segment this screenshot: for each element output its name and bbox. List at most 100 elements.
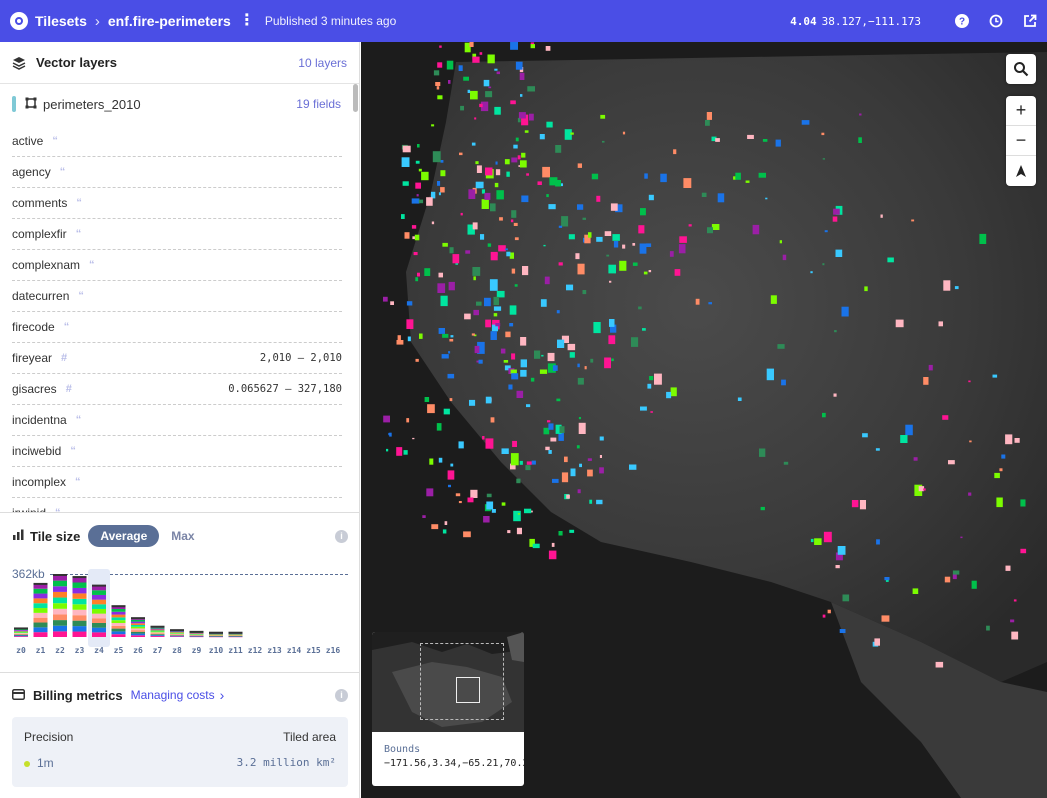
search-control[interactable] — [1006, 54, 1036, 84]
bar-segment — [14, 634, 28, 636]
field-row[interactable]: complexfir “ — [12, 219, 342, 250]
fire-perimeter-feature — [483, 79, 490, 87]
bar-z1[interactable] — [33, 582, 48, 637]
field-row[interactable]: agency “ — [12, 157, 342, 188]
fire-perimeter-feature — [543, 244, 546, 247]
fire-perimeter-feature — [632, 243, 636, 246]
bar-segment — [150, 629, 165, 631]
bar-segment — [111, 608, 126, 612]
fire-perimeter-feature — [994, 472, 1000, 479]
mapbox-logo-icon[interactable] — [10, 12, 28, 30]
fire-perimeter-feature — [596, 195, 601, 202]
bar-cap — [53, 574, 67, 576]
history-icon[interactable] — [989, 14, 1003, 28]
field-row[interactable]: comments “ — [12, 188, 342, 219]
zoom-out-button[interactable]: − — [1006, 126, 1036, 156]
breadcrumb-tilesets[interactable]: Tilesets — [35, 13, 87, 29]
fire-perimeter-feature — [570, 468, 576, 477]
fire-perimeter-feature — [550, 437, 557, 442]
bar-z9[interactable] — [189, 630, 204, 638]
bar-z11[interactable] — [228, 631, 243, 638]
average-toggle[interactable]: Average — [88, 525, 160, 547]
bar-z6[interactable] — [131, 617, 145, 637]
managing-costs-link[interactable]: Managing costs — [131, 688, 215, 702]
minimap-viewport-box[interactable] — [456, 677, 480, 703]
bar-z5[interactable] — [111, 605, 126, 637]
external-link-icon[interactable] — [1023, 14, 1037, 28]
zoom-in-button[interactable]: + — [1006, 96, 1036, 126]
bar-segment — [72, 620, 87, 627]
fire-perimeter-feature — [438, 192, 441, 196]
bar-z0[interactable] — [14, 627, 28, 637]
bar-segment — [150, 628, 165, 630]
fire-perimeter-feature — [752, 224, 760, 235]
bar-z8[interactable] — [170, 629, 184, 637]
fire-perimeter-feature — [948, 460, 955, 465]
fire-perimeter-feature — [578, 422, 586, 434]
fire-perimeter-feature — [424, 268, 431, 276]
bar-z3[interactable] — [72, 576, 87, 637]
field-row[interactable]: inciwebid “ — [12, 436, 342, 467]
fire-perimeter-feature — [960, 536, 963, 539]
fire-perimeter-feature — [516, 527, 522, 535]
bar-segment — [111, 611, 126, 615]
fields-list[interactable]: active “ agency “ comments “ complexfir “ co… — [0, 126, 352, 512]
fire-perimeter-feature — [520, 160, 527, 168]
fire-perimeter-feature — [610, 203, 618, 211]
fire-perimeter-feature — [442, 529, 447, 534]
fire-perimeter-feature — [705, 120, 710, 126]
bar-segment — [131, 635, 145, 637]
fire-perimeter-feature — [678, 244, 686, 254]
bar-z10[interactable] — [209, 631, 223, 638]
bar-segment — [72, 593, 87, 599]
info-icon[interactable]: i — [335, 529, 348, 543]
fire-perimeter-feature — [619, 260, 627, 271]
fire-perimeter-feature — [887, 257, 894, 263]
layer-item[interactable]: perimeters_2010 19 fields — [0, 84, 359, 124]
fire-perimeter-feature — [851, 500, 859, 508]
fire-perimeter-feature — [446, 60, 454, 70]
search-icon[interactable] — [1006, 54, 1036, 84]
help-icon[interactable]: ? — [955, 14, 969, 28]
fire-perimeter-feature — [782, 254, 787, 261]
fire-perimeter-feature — [632, 262, 638, 266]
fire-perimeter-feature — [516, 478, 521, 484]
field-row[interactable]: active “ — [12, 126, 342, 157]
fire-perimeter-feature — [415, 277, 419, 282]
fire-perimeter-feature — [511, 157, 518, 163]
field-row[interactable]: fireyear #2,010 – 2,010 — [12, 343, 342, 374]
fire-perimeter-feature — [415, 182, 421, 189]
chevron-right-icon[interactable]: › — [220, 687, 225, 703]
fire-perimeter-feature — [489, 279, 498, 291]
field-row[interactable]: firecode “ — [12, 312, 342, 343]
fire-perimeter-feature — [510, 219, 514, 223]
minimap[interactable]: Bounds −171.56,3.34,−65.21,70.2 — [372, 632, 524, 786]
tileset-id[interactable]: enf.fire-perimeters — [108, 13, 231, 29]
string-type-icon: “ — [70, 445, 76, 457]
field-row[interactable]: incidentna “ — [12, 405, 342, 436]
fire-perimeter-feature — [426, 197, 433, 206]
bar-z7[interactable] — [150, 625, 165, 637]
more-options-icon[interactable]: ⋮ — [239, 13, 255, 29]
compass-icon[interactable] — [1006, 156, 1036, 186]
fire-perimeter-feature — [557, 339, 565, 348]
zoom-tick-label: z7 — [153, 646, 163, 655]
max-toggle[interactable]: Max — [171, 529, 194, 543]
bar-z2[interactable] — [53, 574, 67, 637]
fire-perimeter-feature — [517, 513, 520, 515]
field-row[interactable]: incomplex “ — [12, 467, 342, 498]
field-row[interactable]: complexnam “ — [12, 250, 342, 281]
fire-perimeter-feature — [463, 531, 471, 538]
zoom-tick-label: z11 — [228, 646, 243, 655]
info-icon[interactable]: i — [335, 688, 348, 702]
map-canvas[interactable]: + − Bounds −171.56,3.34,−65.21,70.2 — [361, 42, 1047, 798]
field-row[interactable]: gisacres #0.065627 – 327,180 — [12, 374, 342, 405]
field-row[interactable]: datecurren “ — [12, 281, 342, 312]
fields-scrollbar[interactable] — [353, 84, 358, 112]
field-row[interactable]: irwinid“ — [12, 498, 342, 512]
bar-z4[interactable] — [92, 584, 106, 637]
fire-perimeter-feature — [465, 250, 471, 254]
bar-segment — [14, 636, 28, 637]
fire-perimeter-feature — [862, 433, 868, 438]
fire-perimeter-feature — [543, 427, 550, 435]
